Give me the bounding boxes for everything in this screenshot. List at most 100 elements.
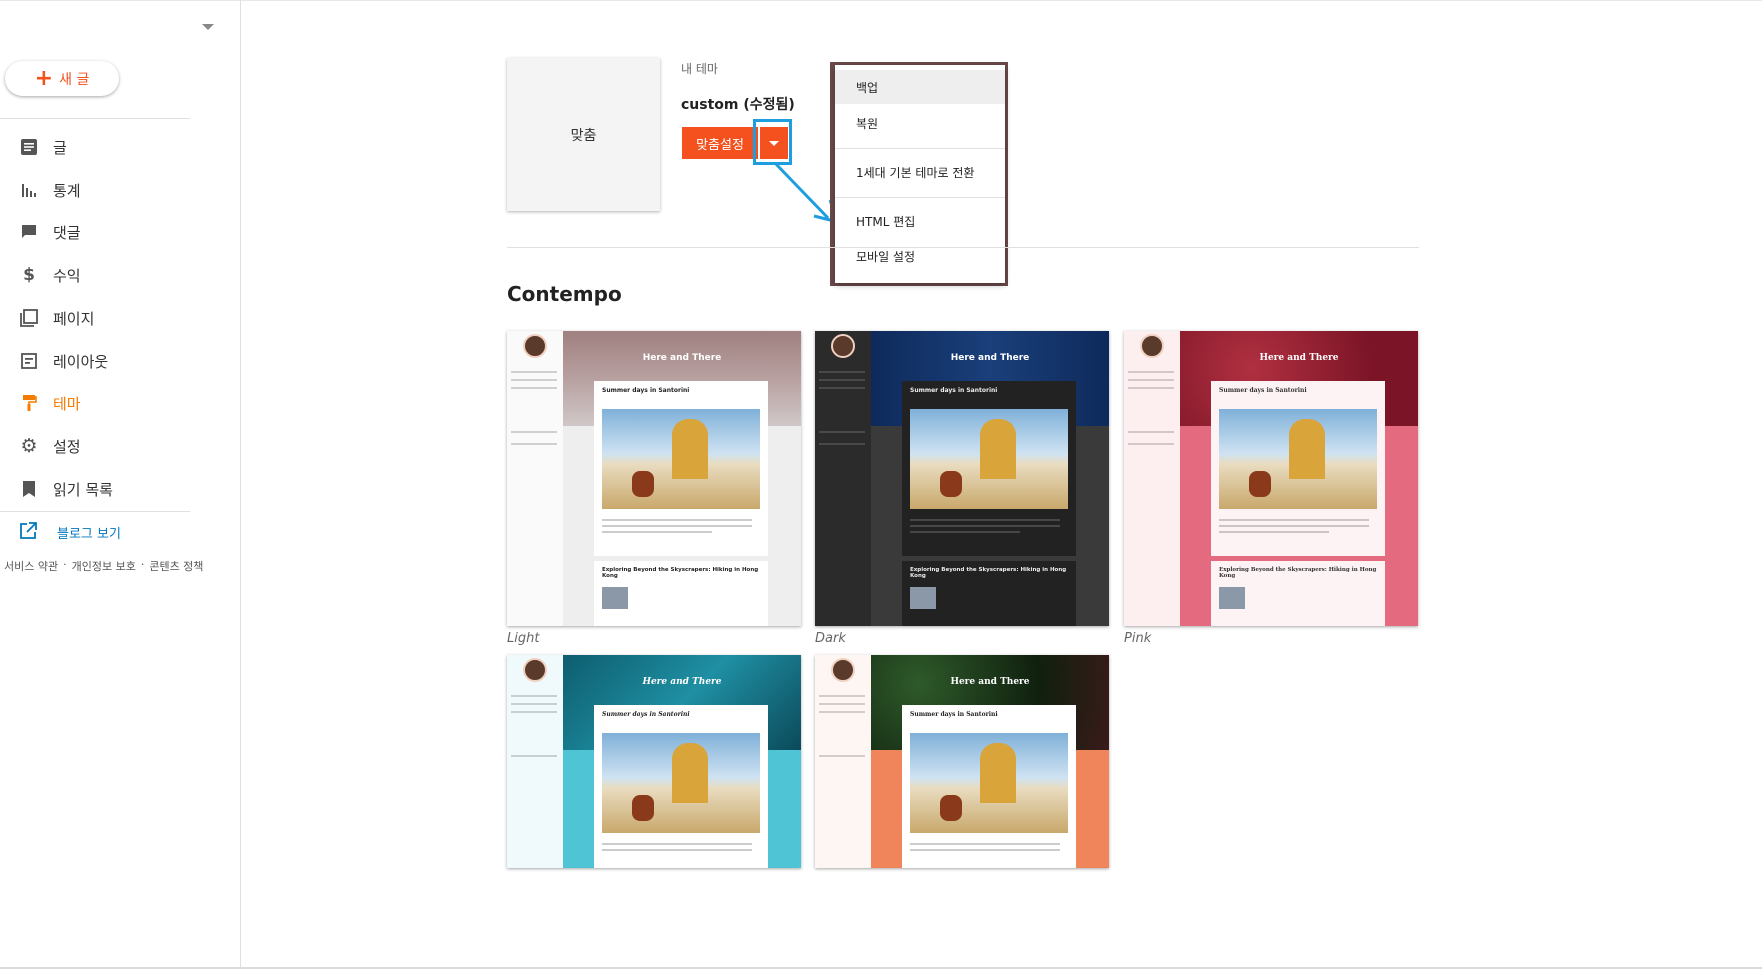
card-sidebar (815, 331, 871, 626)
card-post-2: Exploring Beyond the Skyscrapers: Hiking… (902, 561, 1076, 626)
text-line (511, 371, 557, 373)
card-sidebar (507, 655, 563, 868)
view-blog-link[interactable]: 블로그 보기 (0, 514, 190, 550)
photo-pot (940, 471, 962, 497)
paint-roller-icon (19, 393, 39, 413)
avatar (1140, 334, 1164, 358)
text-line (511, 379, 557, 381)
sidebar-item-label: 글 (53, 138, 67, 157)
photo-pot (632, 471, 654, 497)
blog-selector-chevron-down-icon[interactable] (202, 24, 214, 30)
terms-link[interactable]: 서비스 약관 (4, 558, 58, 574)
text-line (910, 849, 1060, 851)
card-post: Summer days in Santorini (594, 705, 768, 868)
new-post-button[interactable]: + 새 글 (5, 61, 119, 96)
sidebar-divider (0, 511, 190, 512)
theme-caption-light: Light (507, 631, 540, 646)
avatar (523, 658, 547, 682)
menu-item-switch-classic-theme[interactable]: 1세대 기본 테마로 전환 (835, 155, 1005, 189)
footer-links: 서비스 약관 · 개인정보 보호 · 콘텐츠 정책 (4, 558, 203, 574)
customize-button[interactable]: 맞춤설정 (682, 127, 758, 159)
card-post-title: Summer days in Santorini (910, 387, 998, 394)
sidebar-item-comments[interactable]: 댓글 (0, 212, 190, 252)
card-blog-title: Here and There (642, 353, 722, 363)
sidebar-item-label: 페이지 (53, 309, 95, 328)
card-post-title: Summer days in Santorini (602, 711, 690, 718)
my-theme-label: 내 테마 (681, 62, 718, 76)
layout-icon (19, 351, 39, 371)
menu-item-mobile-settings[interactable]: 모바일 설정 (835, 239, 1005, 273)
text-line (602, 843, 752, 845)
top-border (0, 0, 1762, 1)
menu-item-edit-html[interactable]: HTML 편집 (835, 204, 1005, 238)
text-line (602, 531, 712, 533)
menu-divider (835, 197, 1005, 198)
sidebar-item-pages[interactable]: 페이지 (0, 298, 190, 338)
card-post-title: Summer days in Santorini (1219, 387, 1307, 394)
card-blog-title: Here and There (950, 353, 1030, 363)
sidebar-item-posts[interactable]: 글 (0, 127, 190, 167)
pages-icon (19, 308, 39, 328)
sidebar-item-layout[interactable]: 레이아웃 (0, 341, 190, 381)
santorini-photo (910, 409, 1068, 509)
footer-separator: · (63, 558, 67, 571)
theme-card-pink[interactable]: Here and There Summer days in Santorini … (1124, 331, 1418, 626)
posts-icon (19, 137, 39, 157)
sidebar-item-label: 테마 (53, 394, 81, 413)
theme-card-dark[interactable]: Here and There Summer days in Santorini … (815, 331, 1109, 626)
text-line (602, 519, 752, 521)
text-line (511, 443, 557, 445)
text-line (819, 387, 865, 389)
highlight-box (753, 119, 792, 165)
footer-separator: · (140, 558, 145, 571)
menu-item-backup[interactable]: 백업 (835, 70, 1005, 104)
text-line (819, 443, 865, 445)
sidebar-item-label: 읽기 목록 (53, 480, 113, 499)
new-post-label: 새 글 (59, 71, 90, 88)
theme-caption-dark: Dark (815, 631, 846, 646)
privacy-link[interactable]: 개인정보 보호 (72, 558, 136, 574)
sidebar-item-stats[interactable]: 통계 (0, 170, 190, 210)
sidebar-item-theme[interactable]: 테마 (0, 383, 190, 423)
sidebar-item-reading-list[interactable]: 읽기 목록 (0, 469, 190, 509)
card-blog-title: Here and There (1259, 353, 1339, 363)
text-line (910, 531, 1020, 533)
photo-tower (672, 743, 708, 803)
text-line (602, 525, 752, 527)
sidebar-item-settings[interactable]: ⚙ 설정 (0, 426, 190, 466)
view-blog-label: 블로그 보기 (57, 526, 121, 542)
current-theme-thumbnail[interactable]: 맞춤 (507, 58, 660, 211)
card-post2-thumbnail (910, 587, 936, 609)
text-line (910, 519, 1060, 521)
text-line (1219, 519, 1369, 521)
external-link-icon (19, 522, 39, 542)
theme-card-sea[interactable]: Here and There Summer days in Santorini (507, 655, 801, 868)
photo-tower (980, 419, 1016, 479)
text-line (819, 755, 865, 757)
plus-icon: + (34, 65, 54, 91)
theme-card-light[interactable]: Here and There Summer days in Santorini … (507, 331, 801, 626)
text-line (819, 711, 865, 713)
sidebar-item-label: 통계 (53, 181, 81, 200)
menu-item-restore[interactable]: 복원 (835, 106, 1005, 140)
santorini-photo (602, 409, 760, 509)
sidebar-item-earnings[interactable]: $ 수익 (0, 255, 190, 295)
theme-caption-pink: Pink (1124, 631, 1152, 646)
theme-section-title: Contempo (507, 282, 622, 306)
santorini-photo (1219, 409, 1377, 509)
content-policy-link[interactable]: 콘텐츠 정책 (149, 558, 203, 574)
card-sidebar (507, 331, 563, 626)
text-line (1128, 431, 1174, 433)
photo-pot (1249, 471, 1271, 497)
card-post2-thumbnail (1219, 587, 1245, 609)
text-line (511, 755, 557, 757)
santorini-photo (602, 733, 760, 833)
text-line (1128, 443, 1174, 445)
card-sidebar (1124, 331, 1180, 626)
card-post: Summer days in Santorini (1211, 381, 1385, 556)
card-sidebar (815, 655, 871, 868)
theme-options-menu: 백업 복원 1세대 기본 테마로 전환 HTML 편집 모바일 설정 (835, 65, 1005, 283)
avatar (831, 334, 855, 358)
theme-card-jungle[interactable]: Here and There Summer days in Santorini (815, 655, 1109, 868)
text-line (511, 387, 557, 389)
